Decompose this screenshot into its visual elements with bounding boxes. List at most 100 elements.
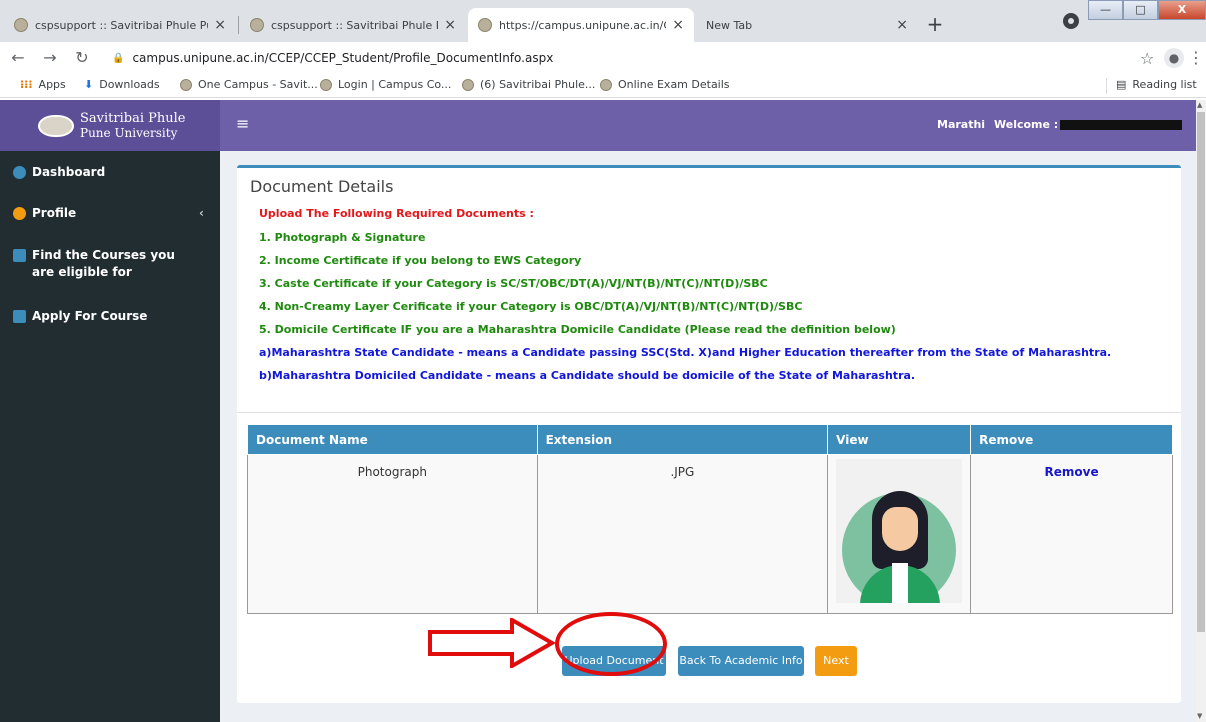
- university-seal-icon: [478, 18, 492, 32]
- university-seal-icon: [600, 78, 612, 91]
- requirement-item: 5. Domicile Certificate IF you are a Mah…: [259, 323, 896, 336]
- column-header: Document Name: [247, 424, 538, 455]
- column-header: View: [827, 424, 972, 455]
- minimize-button[interactable]: —: [1088, 0, 1123, 20]
- browser-tab[interactable]: cspsupport :: Savitribai Phule Pun ×: [240, 8, 466, 42]
- maximize-button[interactable]: □: [1123, 0, 1158, 20]
- column-header: Extension: [536, 424, 829, 455]
- tab-title: New Tab: [706, 18, 753, 32]
- view-cell: [827, 454, 972, 614]
- bookmark-label: Apps: [38, 78, 66, 91]
- back-arrow-icon[interactable]: ←: [8, 48, 28, 68]
- requirement-item: 2. Income Certificate if you belong to E…: [259, 254, 582, 267]
- university-seal-icon: [14, 18, 28, 32]
- university-seal-icon: [180, 78, 192, 91]
- close-tab-icon[interactable]: ×: [896, 17, 908, 33]
- bookmark-apps[interactable]: ⁝⁝⁝ Apps: [20, 78, 66, 91]
- welcome-label: Welcome :: [994, 118, 1059, 131]
- language-link[interactable]: Marathi: [937, 118, 985, 131]
- divider: [237, 412, 1181, 413]
- logo-line2: Pune University: [80, 125, 178, 140]
- remove-link[interactable]: Remove: [970, 454, 1173, 614]
- university-seal-icon: [320, 78, 332, 91]
- university-logo[interactable]: Savitribai Phule Pune University: [0, 100, 220, 151]
- close-window-button[interactable]: X: [1158, 0, 1206, 20]
- close-tab-icon[interactable]: ×: [672, 17, 684, 33]
- bookmark-star-icon[interactable]: ☆: [1140, 49, 1154, 68]
- extension-cell: .JPG: [536, 454, 829, 614]
- browser-tab[interactable]: cspsupport :: Savitribai Phule Pun ×: [4, 8, 236, 42]
- bookmark-savitribai[interactable]: (6) Savitribai Phule...: [462, 78, 595, 91]
- requirement-item: 1. Photograph & Signature: [259, 231, 426, 244]
- avatar-face: [882, 507, 919, 551]
- page-scrollbar[interactable]: ▲ ▼: [1196, 100, 1206, 722]
- browser-profile-icon[interactable]: [1063, 13, 1079, 29]
- tab-title: https://campus.unipune.ac.in/CCE: [499, 18, 666, 32]
- bookmark-label: Downloads: [99, 78, 160, 91]
- page-title: Document Details: [250, 177, 394, 196]
- next-button[interactable]: Next: [815, 646, 857, 676]
- dashboard-icon: [13, 166, 26, 179]
- document-details-box: Document Details Upload The Following Re…: [237, 165, 1181, 703]
- bookmarks-bar: ⁝⁝⁝ Apps ⬇ Downloads One Campus - Savit.…: [0, 74, 1206, 98]
- welcome-user[interactable]: Welcome :: [994, 118, 1183, 131]
- reading-list-button[interactable]: ▤ Reading list: [1116, 78, 1197, 91]
- logo-text: Savitribai Phule Pune University: [80, 110, 186, 140]
- avatar-collar: [892, 563, 909, 603]
- university-seal-icon: [38, 114, 74, 137]
- browser-menu-icon[interactable]: ⋮: [1188, 48, 1204, 67]
- tab-title: cspsupport :: Savitribai Phule Pun: [35, 18, 209, 32]
- sidebar-item-label: Profile: [32, 206, 77, 220]
- edit-icon: [13, 249, 26, 262]
- download-icon: ⬇: [84, 78, 94, 91]
- forward-arrow-icon[interactable]: →: [40, 48, 60, 68]
- sidebar-item-find-courses[interactable]: Find the Courses you are eligible for: [13, 247, 193, 281]
- bookmark-label: Online Exam Details: [618, 78, 730, 91]
- photo-thumbnail[interactable]: [836, 459, 963, 603]
- bookmarks-separator: [1106, 78, 1107, 94]
- bookmark-downloads[interactable]: ⬇ Downloads: [84, 78, 160, 91]
- close-tab-icon[interactable]: ×: [444, 17, 456, 33]
- scroll-down-icon[interactable]: ▼: [1197, 712, 1202, 720]
- browser-toolbar: ← → ↻ 🔒 campus.unipune.ac.in/CCEP/CCEP_S…: [0, 42, 1206, 74]
- university-seal-icon: [462, 78, 474, 91]
- site-header: Savitribai Phule Pune University ≡ Marat…: [0, 100, 1196, 151]
- browser-tab-strip: cspsupport :: Savitribai Phule Pun × csp…: [0, 0, 1206, 42]
- bookmark-login[interactable]: Login | Campus Co...: [320, 78, 451, 91]
- close-tab-icon[interactable]: ×: [214, 17, 226, 33]
- hamburger-menu-icon[interactable]: ≡: [236, 114, 249, 133]
- browser-tab[interactable]: New Tab ×: [696, 8, 918, 42]
- definition-item: b)Maharashtra Domiciled Candidate - mean…: [259, 369, 916, 382]
- documents-table: Document Name Extension View Remove Phot…: [247, 424, 1173, 614]
- redacted-email: [1060, 120, 1183, 130]
- bookmark-label: One Campus - Savit...: [198, 78, 318, 91]
- bookmark-online-exam[interactable]: Online Exam Details: [600, 78, 730, 91]
- scrollbar-thumb[interactable]: [1197, 112, 1205, 632]
- sidebar-item-profile[interactable]: Profile ‹: [13, 205, 213, 222]
- bookmark-label: (6) Savitribai Phule...: [480, 78, 596, 91]
- window-controls: — □ X: [1088, 0, 1206, 20]
- requirement-item: 3. Caste Certificate if your Category is…: [259, 277, 768, 290]
- table-row: Photograph .JPG Remove: [247, 454, 1173, 614]
- reading-list-label: Reading list: [1132, 78, 1197, 91]
- definition-item: a)Maharashtra State Candidate - means a …: [259, 346, 1112, 359]
- scroll-up-icon[interactable]: ▲: [1197, 101, 1202, 109]
- id-card-icon: [13, 310, 26, 323]
- logo-line1: Savitribai Phule: [80, 110, 186, 126]
- column-header: Remove: [970, 424, 1173, 455]
- document-name-cell: Photograph: [247, 454, 538, 614]
- bookmark-label: Login | Campus Co...: [338, 78, 452, 91]
- sidebar-item-dashboard[interactable]: Dashboard: [13, 164, 105, 181]
- table-header-row: Document Name Extension View Remove: [247, 424, 1173, 455]
- user-icon: [13, 207, 26, 220]
- new-tab-button[interactable]: +: [922, 12, 948, 38]
- bookmark-one-campus[interactable]: One Campus - Savit...: [180, 78, 318, 91]
- account-icon[interactable]: ●: [1164, 48, 1184, 68]
- browser-tab-active[interactable]: https://campus.unipune.ac.in/CCE ×: [468, 8, 694, 42]
- reload-icon[interactable]: ↻: [72, 48, 92, 68]
- annotation-highlight-oval: [555, 612, 667, 676]
- main-content: Document Details Upload The Following Re…: [220, 151, 1196, 722]
- sidebar-item-apply-course[interactable]: Apply For Course: [13, 308, 147, 325]
- back-to-academic-info-button[interactable]: Back To Academic Info: [678, 646, 804, 676]
- address-bar[interactable]: 🔒 campus.unipune.ac.in/CCEP/CCEP_Student…: [112, 47, 1080, 69]
